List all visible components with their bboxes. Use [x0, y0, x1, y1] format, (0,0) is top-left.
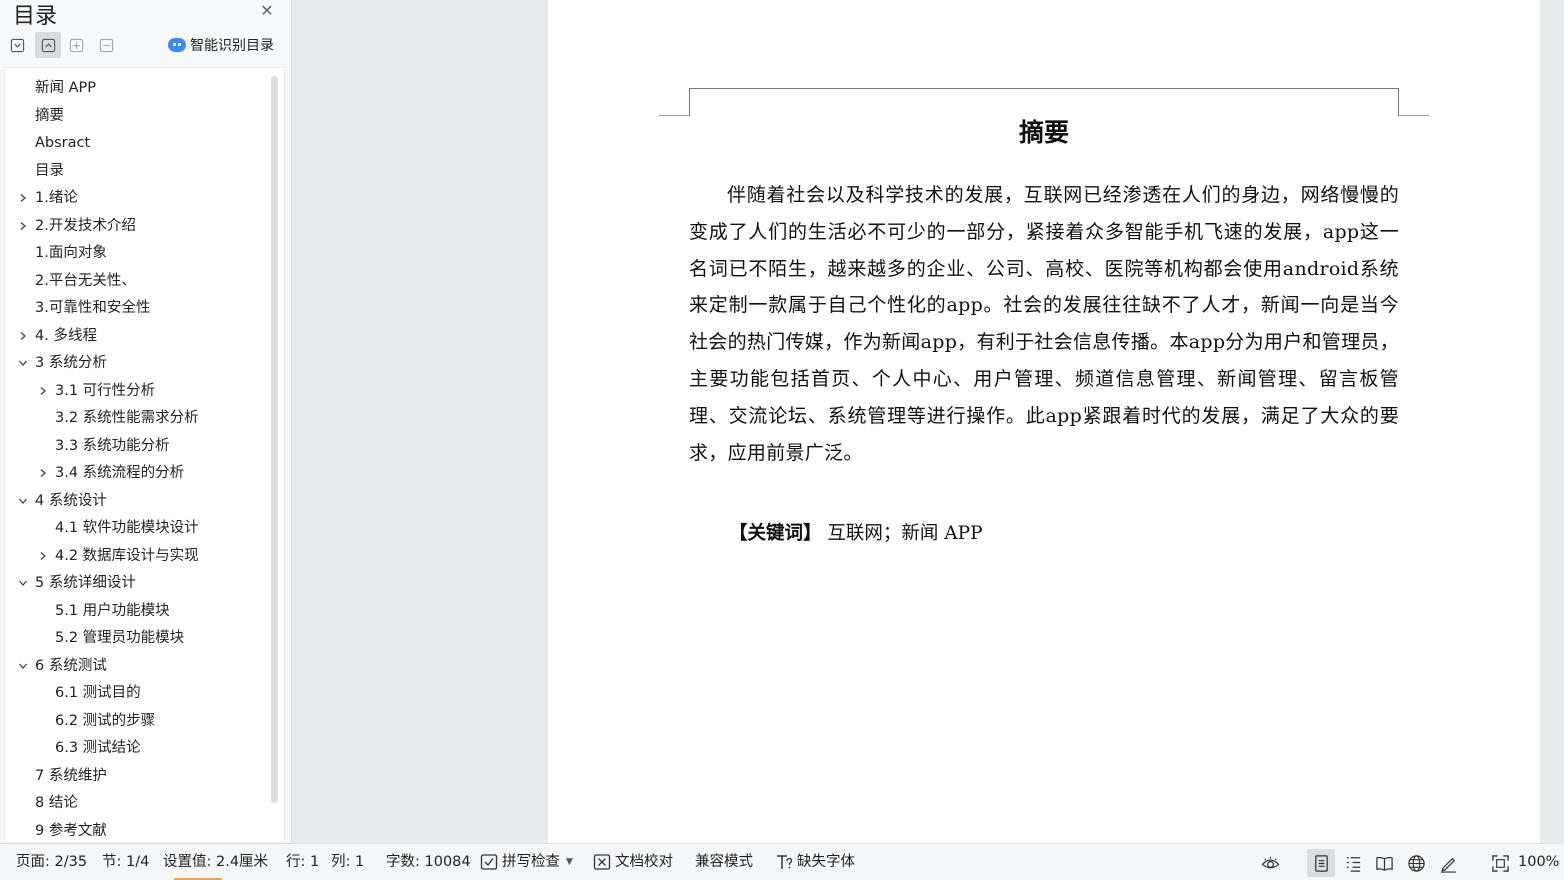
chevron-down-icon[interactable] [17, 489, 29, 513]
chevron-right-icon[interactable] [37, 379, 49, 403]
sidebar-title: 目录 [13, 4, 58, 29]
row-number[interactable]: 行: 1 [286, 844, 319, 880]
web-view-icon[interactable] [1405, 852, 1427, 874]
toc-sidebar: 目录 ✕ 智能识别目录 新闻 APP 摘要 Absract 目录 1.绪论 2.开发技术介… [0, 0, 292, 843]
toc-scrollbar[interactable] [271, 76, 278, 803]
missing-font-icon [777, 855, 793, 869]
smart-toc-label: 智能识别目录 [190, 38, 274, 54]
toc-item[interactable]: 4.2 数据库设计与实现 [55, 544, 199, 568]
reading-view-icon[interactable] [1373, 852, 1395, 874]
toc-item[interactable]: 8 结论 [35, 791, 78, 815]
toc-item[interactable]: 3.4 系统流程的分析 [55, 461, 184, 485]
proofread-icon [593, 854, 611, 870]
ai-assistant-icon [168, 38, 186, 52]
toc-item[interactable]: 6 系统测试 [35, 654, 107, 678]
toc-item[interactable]: Absract [35, 131, 90, 155]
proofread-label: 文档校对 [615, 854, 673, 870]
toc-item[interactable]: 4. 多线程 [35, 324, 97, 348]
toc-item[interactable]: 3.1 可行性分析 [55, 379, 155, 403]
toc-item[interactable]: 目录 [35, 159, 64, 183]
expand-all-icon[interactable] [6, 34, 28, 56]
toc-item[interactable]: 3.2 系统性能需求分析 [55, 406, 199, 430]
toc-item[interactable]: 5.1 用户功能模块 [55, 599, 170, 623]
proofread-button[interactable]: 文档校对 [593, 844, 673, 880]
close-icon[interactable]: ✕ [258, 2, 276, 20]
keywords-text: 互联网；新闻 APP [827, 523, 983, 544]
keywords-line: 【关键词】 互联网；新闻 APP [729, 519, 983, 545]
spell-check-label: 拼写检查 [502, 854, 560, 870]
toc-item[interactable]: 7 系统维护 [35, 764, 107, 788]
toc-item[interactable]: 2.平台无关性、 [35, 269, 136, 293]
toc-item[interactable]: 3.3 系统功能分析 [55, 434, 170, 458]
toc-item[interactable]: 新闻 APP [35, 76, 96, 100]
toc-list: 新闻 APP 摘要 Absract 目录 1.绪论 2.开发技术介绍 1.面向对象 2.平台无… [4, 67, 285, 843]
toc-item[interactable]: 1.绪论 [35, 186, 78, 210]
page-count[interactable]: 页面: 2/35 [16, 844, 87, 880]
missing-fonts-button[interactable]: 缺失字体 [775, 844, 855, 880]
toc-item[interactable]: 6.3 测试结论 [55, 736, 141, 760]
column-number[interactable]: 列: 1 [331, 844, 364, 880]
collapse-all-icon[interactable] [35, 32, 61, 58]
toc-item[interactable]: 4 系统设计 [35, 489, 107, 513]
chevron-right-icon[interactable] [37, 461, 49, 485]
spell-check-icon [480, 854, 498, 870]
toc-item[interactable]: 6.2 测试的步骤 [55, 709, 155, 733]
header-boundary [689, 88, 1399, 116]
outline-view-icon[interactable] [1342, 852, 1364, 874]
chevron-down-icon[interactable] [17, 654, 29, 678]
spell-check-button[interactable]: 拼写检查 ▼ [480, 844, 573, 880]
chevron-right-icon[interactable] [17, 186, 29, 210]
smart-toc-button[interactable]: 智能识别目录 [168, 35, 274, 55]
chevron-right-icon[interactable] [17, 214, 29, 238]
toc-item[interactable]: 3.可靠性和安全性 [35, 296, 150, 320]
missing-fonts-label: 缺失字体 [797, 854, 855, 870]
toc-item[interactable]: 6.1 测试目的 [55, 681, 141, 705]
setting-value[interactable]: 设置值: 2.4厘米 [163, 844, 268, 880]
add-level-icon[interactable] [65, 34, 87, 56]
toc-item[interactable]: 5 系统详细设计 [35, 571, 136, 595]
chevron-right-icon[interactable] [37, 544, 49, 568]
toc-item[interactable]: 1.面向对象 [35, 241, 107, 265]
toc-item[interactable]: 3 系统分析 [35, 351, 107, 375]
toc-item[interactable]: 4.1 软件功能模块设计 [55, 516, 199, 540]
write-mode-icon[interactable] [1437, 852, 1459, 874]
status-bar: 页面: 2/35 节: 1/4 设置值: 2.4厘米 行: 1 列: 1 字数:… [0, 843, 1564, 880]
chevron-down-icon[interactable]: ▼ [566, 844, 573, 880]
compat-mode-button[interactable]: 兼容模式 [695, 844, 753, 880]
keywords-label: 【关键词】 [729, 523, 822, 544]
toc-item[interactable]: 9 参考文献 [35, 819, 107, 843]
remove-level-icon[interactable] [95, 34, 117, 56]
toc-item[interactable]: 摘要 [35, 104, 64, 128]
chevron-down-icon[interactable] [17, 351, 29, 375]
fit-page-icon[interactable] [1489, 852, 1511, 874]
word-count[interactable]: 字数: 10084 [386, 844, 471, 880]
toc-item[interactable]: 2.开发技术介绍 [35, 214, 136, 238]
toc-item[interactable]: 5.2 管理员功能模块 [55, 626, 184, 650]
eye-protection-icon[interactable] [1259, 852, 1281, 874]
abstract-paragraph: 伴随着社会以及科学技术的发展，互联网已经渗透在人们的身边，网络慢慢的变成了人们的… [689, 184, 1400, 464]
document-page[interactable]: 摘要 伴随着社会以及科学技术的发展，互联网已经渗透在人们的身边，网络慢慢的变成了… [548, 0, 1540, 843]
chevron-down-icon[interactable] [17, 571, 29, 595]
abstract-heading: 摘要 [1018, 118, 1069, 147]
section-count[interactable]: 节: 1/4 [102, 844, 149, 880]
page-view-icon[interactable] [1307, 849, 1335, 877]
zoom-level[interactable]: 100% [1518, 844, 1559, 880]
chevron-right-icon[interactable] [17, 324, 29, 348]
